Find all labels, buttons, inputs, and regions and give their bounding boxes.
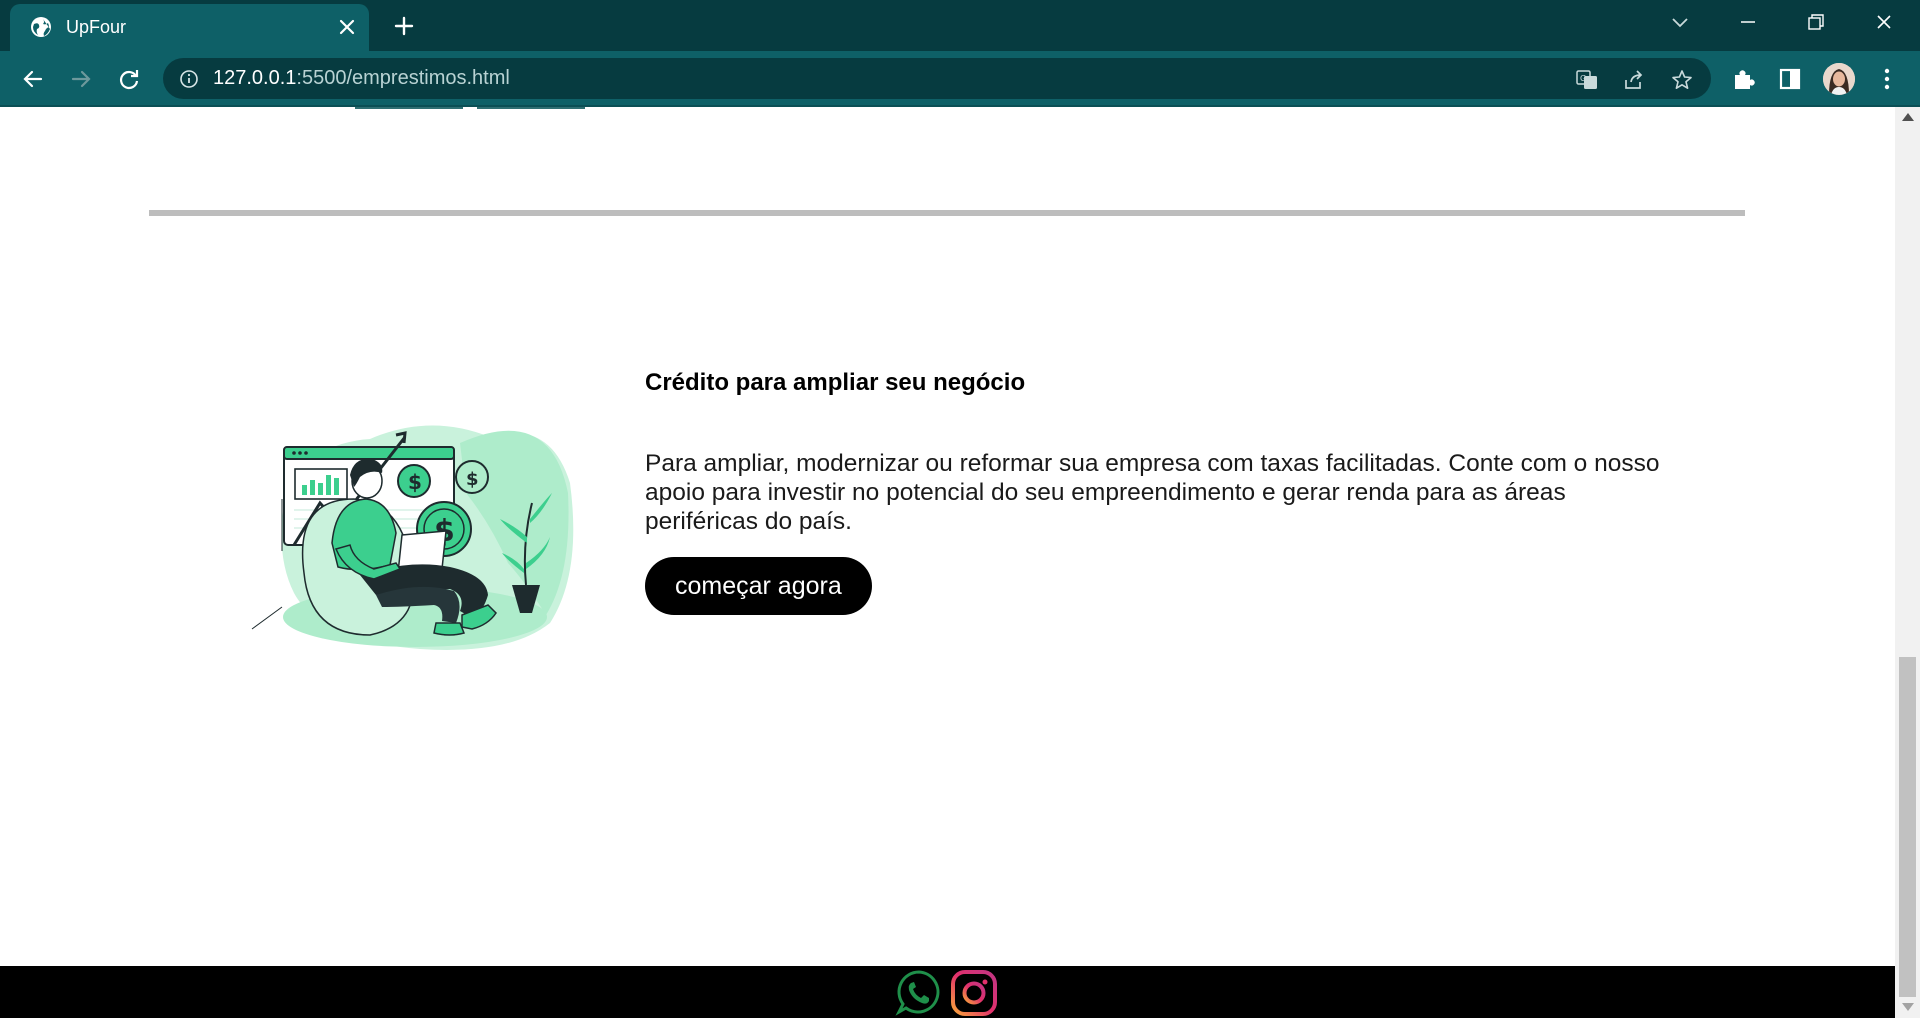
scrollbar-thumb[interactable] xyxy=(1899,657,1916,997)
new-tab-plus-icon[interactable] xyxy=(390,12,418,40)
url-host: 127.0.0.1 xyxy=(213,67,297,89)
section-divider xyxy=(149,210,1745,216)
browser-toolbar: 127.0.0.1:5500/emprestimos.html G xyxy=(0,51,1920,106)
globe-icon xyxy=(31,17,51,37)
tab-search-chevron-icon[interactable] xyxy=(1662,8,1698,38)
page-viewport: $ $ $ Crédito para ampliar seu xyxy=(0,107,1895,1018)
credit-section: Crédito para ampliar seu negócio Para am… xyxy=(645,368,1665,615)
url-text[interactable]: 127.0.0.1:5500/emprestimos.html xyxy=(213,67,510,90)
window-close-icon[interactable] xyxy=(1866,8,1902,38)
browser-tab[interactable]: UpFour xyxy=(10,4,369,51)
minimize-icon[interactable] xyxy=(1730,8,1766,38)
page-scrollbar[interactable] xyxy=(1895,107,1920,1018)
scrolled-offscreen-links xyxy=(330,107,590,111)
extensions-puzzle-icon[interactable] xyxy=(1729,65,1757,93)
section-heading: Crédito para ampliar seu negócio xyxy=(645,369,1026,396)
address-bar[interactable]: 127.0.0.1:5500/emprestimos.html G xyxy=(163,58,1711,99)
instagram-icon[interactable] xyxy=(949,968,999,1018)
side-panel-icon[interactable] xyxy=(1776,65,1804,93)
offscreen-link-underline xyxy=(477,107,585,109)
tab-title: UpFour xyxy=(66,17,127,37)
more-menu-icon[interactable] xyxy=(1873,65,1901,93)
scroll-down-arrow-icon[interactable] xyxy=(1902,1003,1914,1011)
scroll-up-arrow-icon[interactable] xyxy=(1902,113,1914,121)
whatsapp-icon[interactable] xyxy=(894,968,944,1018)
page-footer xyxy=(0,966,1895,1018)
section-description: Para ampliar, modernizar ou reformar sua… xyxy=(645,450,1660,535)
restore-icon[interactable] xyxy=(1797,8,1833,38)
reload-icon[interactable] xyxy=(115,65,143,93)
close-icon[interactable] xyxy=(335,15,359,39)
bookmark-star-icon[interactable] xyxy=(1670,68,1694,92)
translate-icon[interactable]: G xyxy=(1575,68,1599,92)
profile-photo-icon xyxy=(1823,63,1855,95)
profile-avatar[interactable] xyxy=(1823,63,1855,95)
svg-text:$: $ xyxy=(408,470,422,494)
share-icon[interactable] xyxy=(1622,68,1646,92)
browser-titlebar: UpFour xyxy=(0,0,1920,51)
svg-text:$: $ xyxy=(466,469,479,490)
start-now-button[interactable]: começar agora xyxy=(645,557,872,615)
growth-credit-illustration: $ $ $ xyxy=(251,425,574,650)
site-info-icon[interactable] xyxy=(179,69,199,89)
url-path: :5500/emprestimos.html xyxy=(296,67,510,89)
forward-arrow-icon[interactable] xyxy=(67,65,95,93)
back-arrow-icon[interactable] xyxy=(19,65,47,93)
svg-text:G: G xyxy=(1580,74,1586,83)
offscreen-link-underline xyxy=(355,107,463,109)
